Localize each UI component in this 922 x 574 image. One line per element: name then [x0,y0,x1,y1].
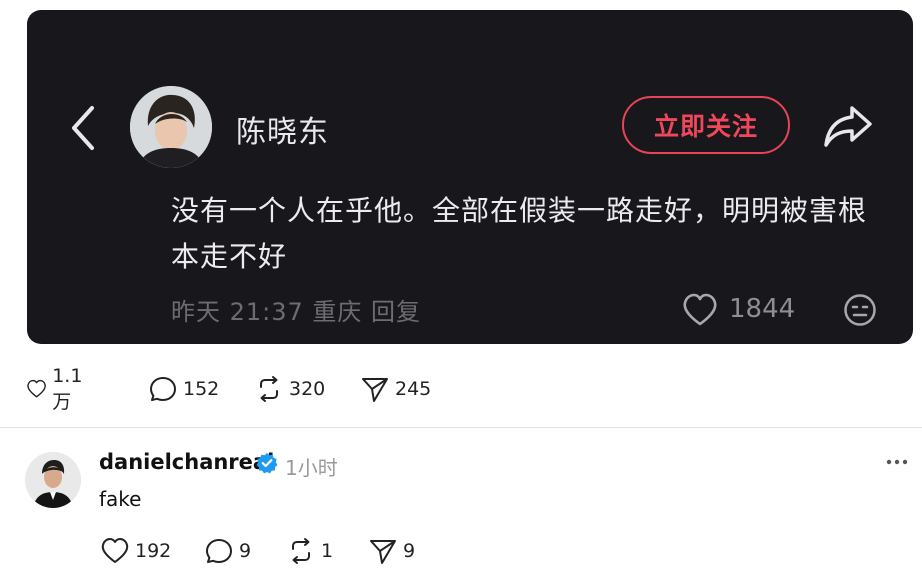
more-options-icon[interactable] [884,452,910,472]
repost-count: 320 [289,378,326,400]
embedded-comment-text: 没有一个人在乎他。全部在假装一路走好，明明被害根本走不好 [171,194,868,273]
share-arrow-icon [822,102,874,150]
share-count: 245 [395,378,432,400]
comment-bubble-icon [150,377,176,401]
send-icon [370,540,396,564]
comment-bubble-icon [206,539,232,563]
author-name: 陈晓东 [236,115,329,150]
reply-username[interactable]: danielchanreal [99,450,274,474]
repost-button[interactable]: 320 [254,375,325,403]
comment-button[interactable]: 152 [148,375,219,403]
author-avatar [130,86,212,168]
repost-icon [292,538,310,564]
send-icon [362,378,388,402]
divider [0,427,922,428]
reply-like-count: 192 [135,540,172,562]
reply-avatar[interactable] [25,452,81,508]
embedded-comment-meta: 昨天 21:37 重庆 回复 [171,298,422,326]
reply-timestamp: 1小时 [285,456,338,480]
reply-repost-count: 1 [321,540,334,562]
embedded-like-count: 1844 [729,294,796,324]
back-arrow-icon [66,103,100,153]
follow-button: 立即关注 [622,96,790,154]
like-count: 1.1 万 [52,364,83,413]
reply-share-button[interactable]: 9 [368,537,415,565]
reply-comment-count: 9 [239,540,252,562]
reply-repost-button[interactable]: 1 [286,537,333,565]
share-button[interactable]: 245 [360,375,431,403]
heart-icon [101,538,129,563]
repost-icon [260,376,278,402]
emoji-icon [843,293,877,327]
heart-icon [27,379,46,398]
heart-icon [682,293,718,327]
reply-like-button[interactable]: 192 [100,537,171,565]
verified-badge-icon [256,452,278,474]
reply-share-count: 9 [403,540,416,562]
reply-comment-button[interactable]: 9 [204,537,251,565]
comment-count: 152 [183,378,220,400]
reply-text: fake [99,487,142,511]
like-button[interactable]: 1.1 万 [26,365,91,413]
